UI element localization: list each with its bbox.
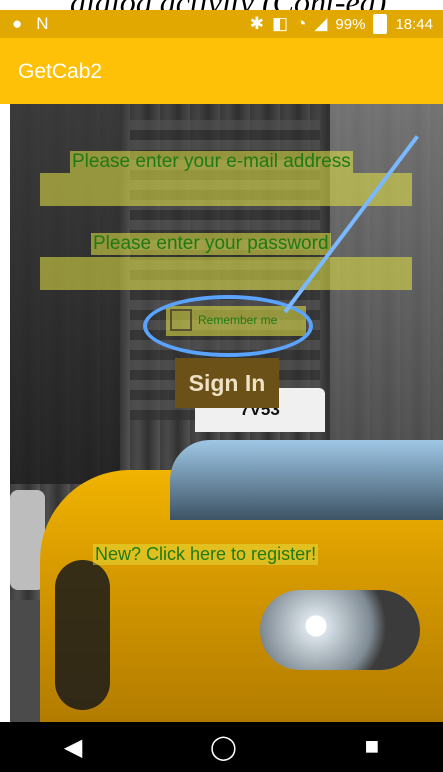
bluetooth-icon: ✱ [249,14,264,33]
battery-percent: 99% [335,15,366,33]
recents-icon[interactable]: ■ [365,733,380,761]
signal-icon: ◢ [314,14,328,33]
taxi-windshield [170,440,443,520]
status-bar: ● N ✱ ◧ ◔ ◢ 99% 18:44 [0,10,443,38]
home-icon[interactable]: ◯ [210,733,237,762]
clock: 18:44 [395,15,433,33]
navigation-bar: ◀ ◯ ■ [0,722,443,772]
email-field[interactable] [40,173,412,206]
taxi-headlight [260,590,420,670]
password-prompt: Please enter your password [91,233,331,255]
battery-icon [373,14,388,34]
nfc-icon: ◧ [272,14,289,33]
app-title: GetCab2 [18,60,103,83]
password-field[interactable] [40,257,412,290]
sign-in-button[interactable]: Sign In [175,358,279,408]
email-prompt: Please enter your e-mail address [70,151,353,173]
back-icon[interactable]: ◀ [64,733,82,762]
spotify-icon: ● [12,14,23,33]
wifi-icon: ◔ [296,14,307,33]
register-link[interactable]: New? Click here to register! [93,544,319,565]
n-icon: N [36,14,49,33]
taxi-wheel [55,560,110,710]
app-bar: GetCab2 [0,38,443,104]
